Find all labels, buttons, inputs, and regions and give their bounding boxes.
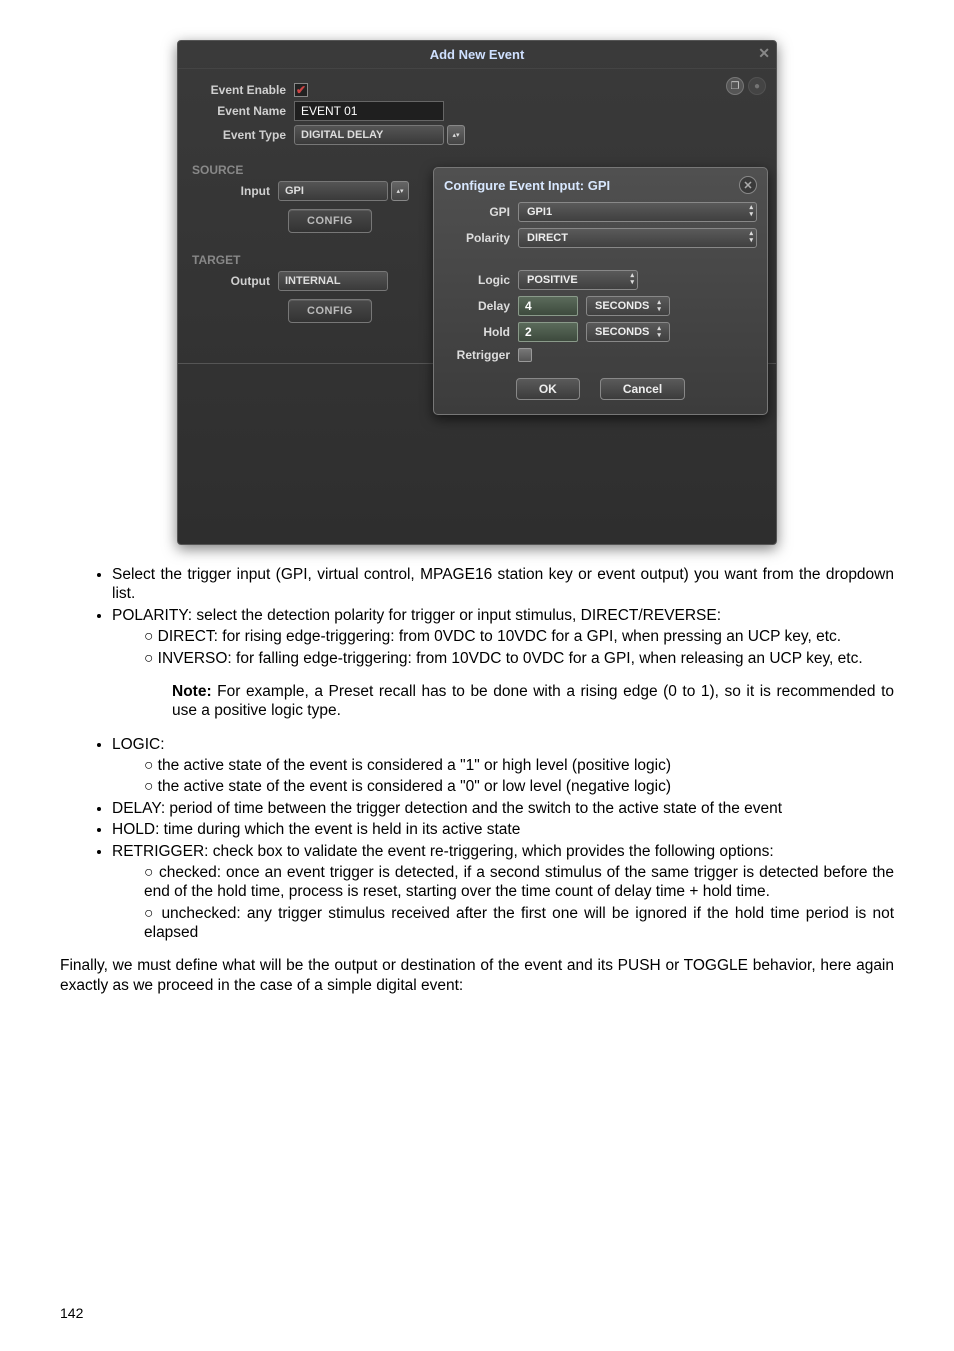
bullet-logic-negative: the active state of the event is conside… (144, 777, 894, 796)
dialog-title-text: Add New Event (430, 47, 525, 62)
delay-unit-select[interactable]: SECONDS▴▾ (586, 296, 670, 316)
source-input-select[interactable]: GPI (278, 181, 388, 201)
bullet-hold: HOLD: time during which the event is hel… (112, 820, 894, 839)
bullet-inverso: INVERSO: for falling edge-triggering: fr… (144, 649, 894, 668)
popover-close-icon[interactable]: ✕ (739, 176, 757, 194)
hold-label: Hold (444, 325, 518, 339)
polarity-select[interactable]: DIRECT▴▾ (518, 228, 757, 248)
bullet-retrigger: RETRIGGER: check box to validate the eve… (112, 842, 894, 943)
add-new-event-dialog: Add New Event ✕ ❐ ● Event Enable ✔ Event… (177, 40, 777, 545)
dialog-close-icon[interactable]: ✕ (758, 45, 770, 62)
bullet-logic: LOGIC: the active state of the event is … (112, 735, 894, 797)
retrigger-checkbox[interactable] (518, 348, 532, 362)
event-name-label: Event Name (194, 104, 294, 118)
polarity-label: Polarity (444, 231, 518, 245)
source-input-label: Input (178, 184, 278, 198)
bullet-polarity: POLARITY: select the detection polarity … (112, 606, 894, 668)
source-config-button[interactable]: CONFIG (288, 209, 372, 233)
event-type-spinner-icon[interactable] (447, 125, 465, 145)
hold-value-input[interactable]: 2 (518, 322, 578, 342)
event-name-input[interactable]: EVENT 01 (294, 101, 444, 121)
bullet-retrigger-checked: checked: once an event trigger is detect… (144, 863, 894, 902)
target-output-select[interactable]: INTERNAL (278, 271, 388, 291)
retrigger-label: Retrigger (444, 348, 518, 362)
bullet-select-trigger: Select the trigger input (GPI, virtual c… (112, 565, 894, 604)
popover-title: Configure Event Input: GPI (444, 178, 610, 193)
source-input-spinner-icon[interactable] (391, 181, 409, 201)
target-config-button[interactable]: CONFIG (288, 299, 372, 323)
gpi-label: GPI (444, 205, 518, 219)
bullet-delay: DELAY: period of time between the trigge… (112, 799, 894, 818)
bullet-direct: DIRECT: for rising edge-triggering: from… (144, 627, 894, 646)
logic-select[interactable]: POSITIVE▴▾ (518, 270, 638, 290)
event-type-label: Event Type (194, 128, 294, 142)
delay-label: Delay (444, 299, 518, 313)
target-output-label: Output (178, 274, 278, 288)
gpi-select[interactable]: GPI1▴▾ (518, 202, 757, 222)
ok-button[interactable]: OK (516, 378, 580, 400)
page-number: 142 (60, 1305, 83, 1321)
note-bold: Note: (172, 683, 212, 700)
note-text: For example, a Preset recall has to be d… (172, 683, 894, 719)
final-paragraph: Finally, we must define what will be the… (60, 956, 894, 995)
history-icon[interactable]: ● (748, 77, 766, 95)
bullet-retrigger-unchecked: unchecked: any trigger stimulus received… (144, 904, 894, 943)
copy-icon[interactable]: ❐ (726, 77, 744, 95)
cancel-button[interactable]: Cancel (600, 378, 685, 400)
hold-unit-select[interactable]: SECONDS▴▾ (586, 322, 670, 342)
logic-label: Logic (444, 273, 518, 287)
bullet-logic-positive: the active state of the event is conside… (144, 756, 894, 775)
event-type-select[interactable]: DIGITAL DELAY (294, 125, 444, 145)
document-body: Select the trigger input (GPI, virtual c… (60, 565, 894, 995)
event-enable-checkbox[interactable]: ✔ (294, 83, 308, 97)
configure-event-input-popover: Configure Event Input: GPI ✕ GPI GPI1▴▾ … (433, 167, 768, 415)
delay-value-input[interactable]: 4 (518, 296, 578, 316)
note-block: Note: For example, a Preset recall has t… (172, 682, 894, 721)
event-enable-label: Event Enable (194, 83, 294, 97)
dialog-title: Add New Event ✕ (178, 41, 776, 69)
